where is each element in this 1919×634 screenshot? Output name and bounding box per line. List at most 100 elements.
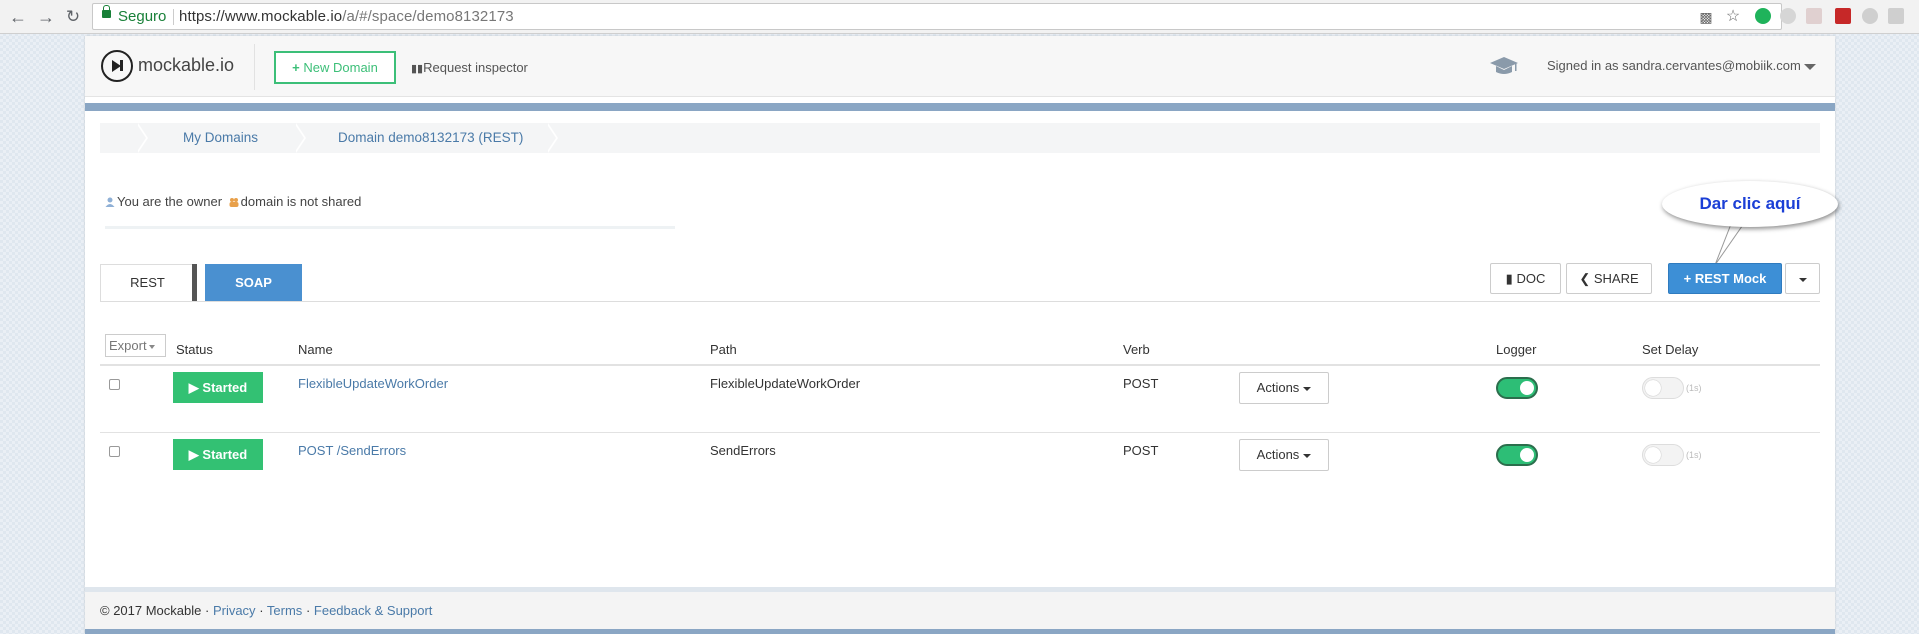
share-icon: ❮ bbox=[1579, 271, 1594, 286]
actions-label: Actions bbox=[1256, 447, 1300, 462]
add-rest-mock-button[interactable]: + REST Mock bbox=[1668, 263, 1782, 294]
mock-verb: POST bbox=[1123, 443, 1159, 458]
extension-icon[interactable] bbox=[1888, 8, 1904, 24]
caret-down-icon bbox=[1798, 277, 1807, 282]
delay-toggle[interactable] bbox=[1642, 444, 1684, 466]
status-label: Started bbox=[202, 447, 248, 462]
table-header-divider bbox=[100, 364, 1820, 366]
tab-divider bbox=[192, 264, 197, 302]
delay-label: (1s) bbox=[1686, 450, 1702, 460]
header-status: Status bbox=[176, 342, 213, 357]
terms-link[interactable]: Terms bbox=[267, 603, 302, 618]
footer-separator: · bbox=[259, 603, 264, 618]
caret-down-icon bbox=[1303, 386, 1312, 391]
export-select[interactable]: Export bbox=[105, 334, 166, 357]
new-domain-label: New Domain bbox=[303, 60, 378, 75]
mock-path: FlexibleUpdateWorkOrder bbox=[710, 376, 861, 391]
doc-button[interactable]: ▮ DOC bbox=[1490, 263, 1561, 294]
url-text: https://www.mockable.io/a/#/space/demo81… bbox=[179, 4, 514, 29]
play-icon: ▶ bbox=[188, 447, 203, 462]
graduation-cap-icon[interactable] bbox=[1489, 55, 1519, 77]
tabs-underline bbox=[100, 301, 1820, 302]
tab-soap[interactable]: SOAP bbox=[205, 264, 302, 302]
status-label: Started bbox=[202, 380, 248, 395]
bar-chart-icon: ▮▮ bbox=[411, 63, 424, 75]
shared-text: domain is not shared bbox=[240, 194, 362, 209]
user-icon bbox=[105, 197, 115, 207]
back-arrow-icon[interactable]: ← bbox=[6, 5, 30, 29]
secure-label: Seguro bbox=[118, 8, 167, 25]
actions-dropdown[interactable]: Actions bbox=[1239, 372, 1329, 404]
feedback-support-link[interactable]: Feedback & Support bbox=[314, 603, 433, 618]
breadcrumb-domain[interactable]: Domain demo8132173 (REST) bbox=[338, 123, 523, 153]
doc-label: DOC bbox=[1516, 271, 1546, 286]
actions-dropdown[interactable]: Actions bbox=[1239, 439, 1329, 471]
group-icon bbox=[229, 198, 239, 207]
browser-toolbar: ← → ↻ Seguro https://www.mockable.io/a/#… bbox=[0, 0, 1919, 34]
header-name: Name bbox=[298, 342, 333, 357]
request-inspector-link[interactable]: ▮▮Request inspector bbox=[411, 60, 528, 75]
breadcrumb-my-domains[interactable]: My Domains bbox=[183, 123, 258, 153]
skype-extension-icon[interactable] bbox=[1862, 8, 1878, 24]
row-checkbox[interactable] bbox=[109, 379, 120, 390]
status-started-button[interactable]: ▶ Started bbox=[173, 439, 263, 470]
play-icon: ▶ bbox=[188, 380, 203, 395]
blocked-popup-icon[interactable]: ▩ bbox=[1698, 9, 1714, 25]
logger-toggle[interactable] bbox=[1496, 377, 1538, 399]
request-inspector-label: Request inspector bbox=[423, 60, 528, 75]
breadcrumb-chevron bbox=[136, 123, 146, 153]
signed-in-label: Signed in as sandra.cervantes@mobiik.com bbox=[1547, 58, 1801, 73]
export-label: Export bbox=[109, 338, 147, 353]
footer-bottom-bar bbox=[85, 629, 1835, 634]
tab-rest[interactable]: REST bbox=[100, 264, 195, 302]
breadcrumb: My Domains Domain demo8132173 (REST) bbox=[100, 123, 1820, 153]
book-icon: ▮ bbox=[1505, 271, 1517, 286]
plus-icon: + bbox=[1683, 271, 1695, 286]
header-verb: Verb bbox=[1123, 342, 1150, 357]
header-logger: Logger bbox=[1496, 342, 1537, 357]
url-path: /a/#/space/demo8132173 bbox=[342, 8, 514, 25]
navbar-divider bbox=[254, 44, 255, 90]
forward-arrow-icon[interactable]: → bbox=[34, 5, 58, 29]
pen-extension-icon[interactable] bbox=[1806, 8, 1822, 24]
settings-extension-icon[interactable] bbox=[1780, 8, 1796, 24]
lock-icon bbox=[102, 5, 111, 18]
share-button[interactable]: ❮ SHARE bbox=[1566, 263, 1652, 294]
privacy-link[interactable]: Privacy bbox=[213, 603, 256, 618]
user-menu[interactable]: Signed in as sandra.cervantes@mobiik.com bbox=[1547, 58, 1816, 73]
reload-icon[interactable]: ↻ bbox=[61, 5, 85, 29]
mockable-app: mockable.io + New Domain ▮▮Request inspe… bbox=[85, 36, 1838, 634]
url-separator bbox=[173, 9, 174, 25]
header-path: Path bbox=[710, 342, 737, 357]
mock-path: SendErrors bbox=[710, 443, 776, 458]
red-extension-icon[interactable] bbox=[1835, 8, 1851, 24]
top-navbar: mockable.io + New Domain ▮▮Request inspe… bbox=[85, 36, 1835, 97]
mock-name-link[interactable]: FlexibleUpdateWorkOrder bbox=[298, 376, 448, 391]
mockable-logo-icon[interactable] bbox=[101, 50, 133, 82]
delay-toggle[interactable] bbox=[1642, 377, 1684, 399]
mock-name-link[interactable]: POST /SendErrors bbox=[298, 443, 406, 458]
caret-down-icon bbox=[1803, 63, 1816, 70]
row-divider bbox=[100, 432, 1820, 433]
share-label: SHARE bbox=[1593, 271, 1639, 286]
delay-label: (1s) bbox=[1686, 383, 1702, 393]
new-domain-button[interactable]: + New Domain bbox=[274, 51, 396, 84]
bookmark-star-icon[interactable]: ☆ bbox=[1725, 9, 1741, 25]
status-started-button[interactable]: ▶ Started bbox=[173, 372, 263, 403]
copyright-text: © 2017 Mockable · bbox=[100, 603, 210, 618]
brand-name[interactable]: mockable.io bbox=[138, 55, 234, 76]
url-host: https://www.mockable.io bbox=[179, 8, 343, 25]
owner-text: You are the owner bbox=[117, 194, 223, 209]
row-checkbox[interactable] bbox=[109, 446, 120, 457]
ownership-divider bbox=[105, 226, 675, 229]
rest-mock-dropdown-button[interactable] bbox=[1785, 263, 1820, 294]
instruction-callout: Dar clic aquí bbox=[1662, 181, 1838, 227]
address-bar[interactable]: Seguro https://www.mockable.io/a/#/space… bbox=[92, 3, 1782, 30]
logger-toggle[interactable] bbox=[1496, 444, 1538, 466]
footer-separator: · bbox=[305, 603, 311, 618]
breadcrumb-chevron bbox=[294, 123, 304, 153]
ownership-info: You are the owner domain is not shared bbox=[105, 194, 361, 209]
grammarly-extension-icon[interactable] bbox=[1755, 8, 1771, 24]
mock-verb: POST bbox=[1123, 376, 1159, 391]
plus-icon: + bbox=[292, 60, 304, 75]
